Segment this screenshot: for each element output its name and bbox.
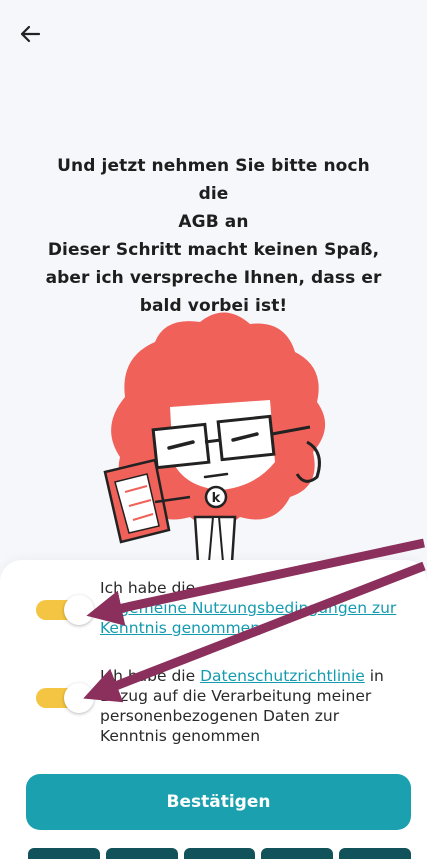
confirm-button[interactable]: Bestätigen: [26, 774, 411, 830]
consent-text-prefix: Ich habe die: [100, 667, 196, 685]
nav-segment: [183, 848, 256, 859]
nav-segment: [339, 848, 411, 859]
headline-line: aber ich verspreche Ihnen, dass er: [45, 268, 382, 288]
page-title: Und jetzt nehmen Sie bitte noch die AGB …: [40, 152, 387, 320]
terms-link[interactable]: Allgemeine Nutzungsbedingungen zur Kennt…: [100, 599, 396, 637]
toggle-knob: [64, 595, 94, 625]
headline-line: AGB an: [178, 212, 249, 232]
privacy-toggle[interactable]: [36, 683, 94, 713]
privacy-policy-link[interactable]: Datenschutzrichtlinie: [200, 667, 365, 685]
nav-segment: [28, 848, 100, 859]
consent-privacy-row: Ich habe die Datenschutzrichtlinie in Be…: [36, 666, 409, 746]
consent-text-prefix: Ich habe die: [100, 579, 196, 597]
terms-toggle[interactable]: [36, 595, 94, 625]
terms-consent-text: Ich habe die Allgemeine Nutzungsbedingun…: [100, 578, 409, 638]
bottom-navigation-strip: [28, 848, 411, 859]
toggle-knob: [64, 683, 94, 713]
arrow-left-icon: [20, 25, 41, 43]
headline-line: Dieser Schritt macht keinen Spaß,: [47, 240, 380, 260]
nav-segment: [261, 848, 334, 859]
mascot-illustration: k: [103, 312, 326, 592]
back-button[interactable]: [14, 18, 46, 50]
svg-text:k: k: [212, 491, 221, 506]
privacy-consent-text: Ich habe die Datenschutzrichtlinie in Be…: [100, 666, 409, 746]
nav-segment: [105, 848, 178, 859]
headline-line: Und jetzt nehmen Sie bitte noch die: [57, 156, 370, 204]
consent-terms-row: Ich habe die Allgemeine Nutzungsbedingun…: [36, 578, 409, 638]
